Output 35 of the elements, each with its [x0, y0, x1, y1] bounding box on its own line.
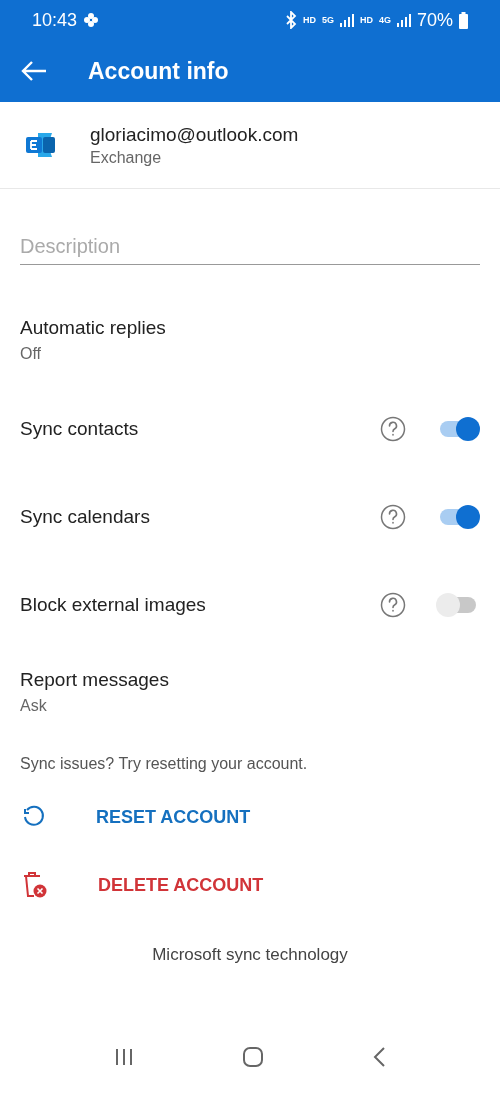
exchange-logo-icon	[26, 131, 56, 159]
network-label: HD	[302, 15, 316, 25]
help-icon[interactable]	[380, 592, 406, 618]
setting-title: Sync calendars	[20, 506, 151, 528]
back-nav-button[interactable]	[372, 1046, 386, 1068]
setting-value: Ask	[20, 697, 48, 715]
recent-apps-button[interactable]	[114, 1048, 134, 1066]
footer-text: Microsoft sync technology	[151, 945, 349, 965]
fan-icon	[83, 12, 100, 28]
signal-icon	[339, 13, 354, 27]
trash-icon	[22, 871, 48, 899]
battery-icon	[459, 11, 468, 29]
reset-account-button[interactable]: RESET ACCOUNT	[0, 783, 500, 851]
network-label: 4G	[378, 15, 391, 25]
account-type: Exchange	[90, 148, 163, 167]
reset-icon	[22, 805, 46, 829]
home-button[interactable]	[242, 1046, 264, 1068]
setting-title: Block external images	[20, 594, 207, 616]
signal-icon	[396, 13, 411, 27]
delete-account-button[interactable]: DELETE ACCOUNT	[0, 851, 500, 919]
screen-title: Account info	[88, 57, 229, 85]
setting-title[interactable]: Automatic replies	[20, 317, 480, 339]
setting-title[interactable]: Report messages	[20, 669, 480, 691]
help-icon[interactable]	[380, 416, 406, 442]
account-email: gloriacimo@outlook.com	[90, 123, 299, 146]
setting-title: Sync contacts	[20, 418, 140, 440]
bluetooth-icon	[284, 11, 297, 29]
status-time: 10:43	[32, 9, 78, 31]
battery-percent: 70%	[416, 9, 453, 31]
back-button[interactable]	[20, 60, 48, 82]
help-icon[interactable]	[380, 504, 406, 530]
network-label: 5G	[321, 15, 334, 25]
network-label: HD	[359, 15, 373, 25]
reset-hint: Sync issues? Try resetting your account.	[19, 755, 309, 773]
setting-value: Off	[20, 345, 43, 363]
